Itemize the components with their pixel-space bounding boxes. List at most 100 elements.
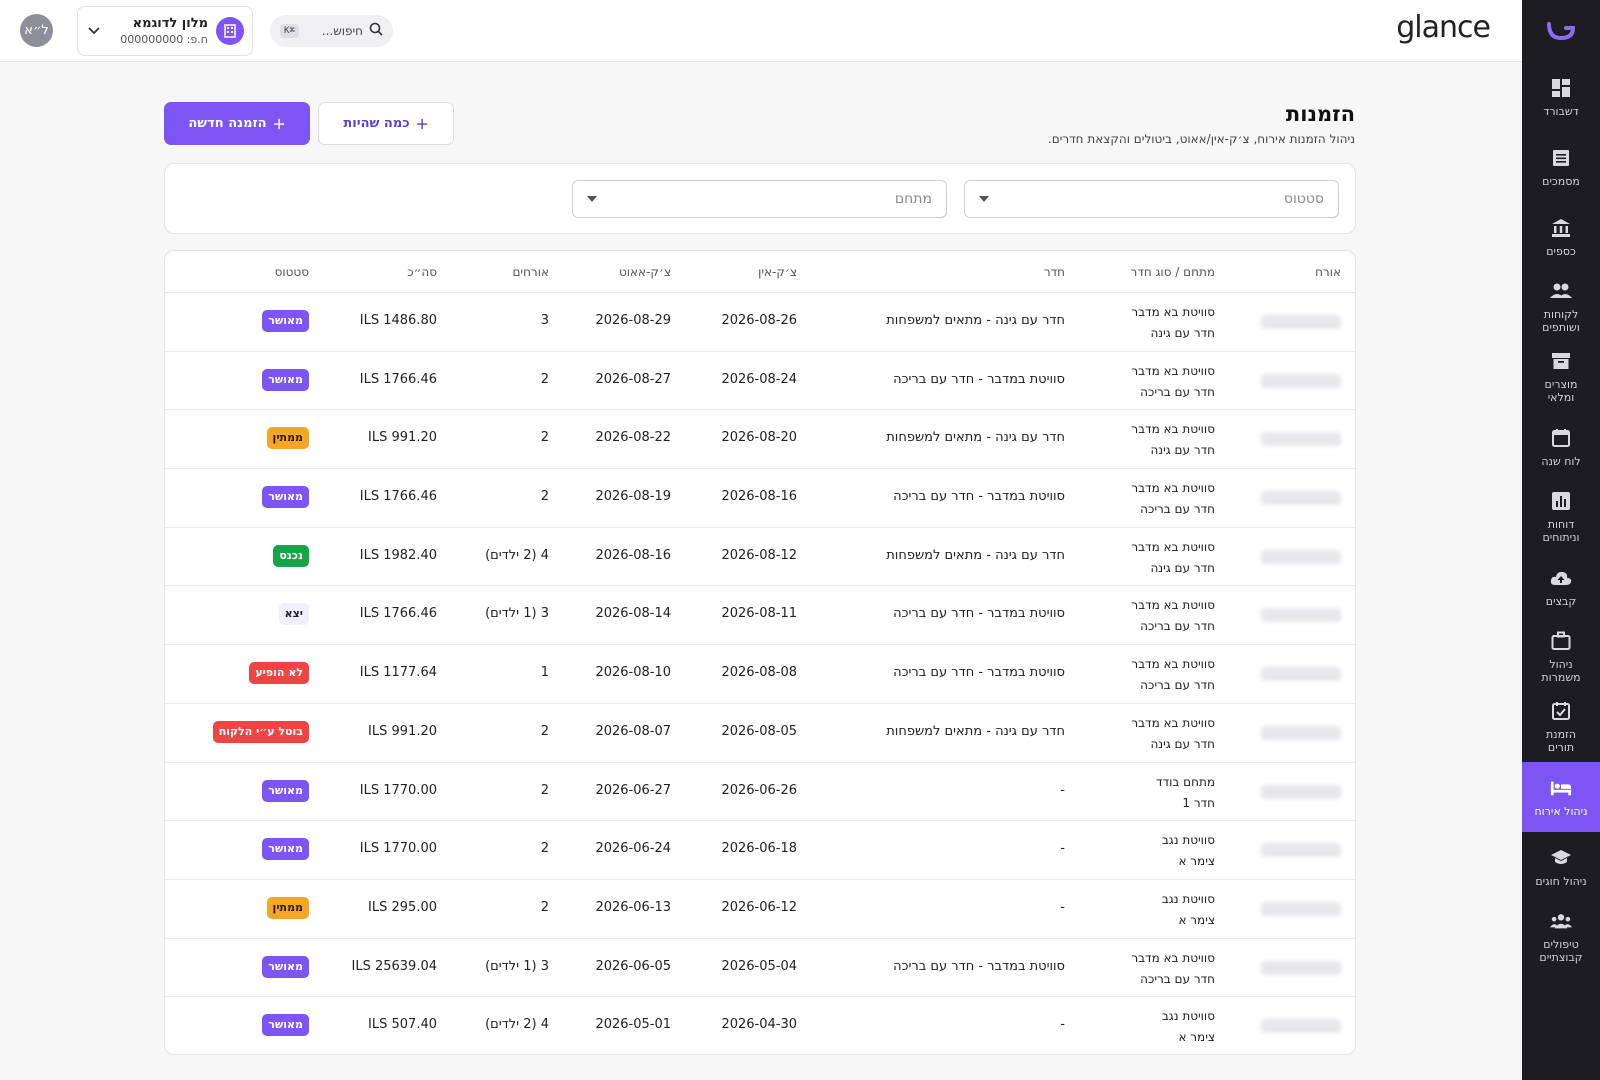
property-name: סוויטת בא מדבר [1131,950,1215,965]
guest-name-redacted [1261,1019,1341,1034]
room-cell: חדר עם גינה - מתאים למשפחות [886,547,1065,563]
guest-name-redacted [1261,549,1341,564]
room-type: צימר א [1178,1030,1215,1045]
brand-logo[interactable]: glance [1396,10,1491,45]
new-booking-button[interactable]: ＋ הזמנה חדשה [164,102,310,145]
caret-down-icon [587,196,597,202]
property-name: סוויטת בא מדבר [1131,539,1215,554]
user-avatar[interactable]: ל״א [20,14,53,47]
checkin-cell: 2026-08-26 [721,313,797,328]
sidebar-item-label: לוח שנה [1541,454,1581,468]
filters-panel: סטטוס מתחם [164,163,1356,234]
col-room[interactable]: חדר [1044,265,1065,279]
status-badge: מאושר [262,838,309,861]
table-row[interactable]: סוויטת בא מדבר חדר עם גינה חדר עם גינה - מ… [165,410,1355,470]
page-header: הזמנות ניהול הזמנות אירוח, צ׳ק-אין/אאוט,… [1048,102,1355,146]
checkout-cell: 2026-08-19 [595,489,671,505]
checkout-cell: 2026-08-22 [595,430,671,446]
room-cell: - [1060,782,1065,798]
guests-cell: 3 (1 ילדים) [485,606,549,622]
guest-name-redacted [1261,960,1341,975]
guests-cell: 2 [540,430,549,446]
sidebar-item-3[interactable]: לקוחות ושותפים [1522,272,1600,342]
caret-down-icon [979,196,989,202]
guests-cell: 4 (2 ילדים) [485,1017,549,1033]
checkout-cell: 2026-08-27 [595,371,671,387]
room-cell: - [1060,1017,1065,1033]
sidebar-item-0[interactable]: דשבורד [1522,62,1600,132]
guests-cell: 4 (2 ילדים) [485,547,549,563]
col-guest[interactable]: אורח [1315,265,1341,279]
status-badge: ממתין [266,896,309,919]
people-icon [1550,280,1572,302]
col-total[interactable]: סה״כ [407,265,437,279]
bookings-table: אורח מתחם / סוג חדר חדר צ׳ק-אין צ׳ק-אאוט… [164,250,1356,1055]
property-filter-select[interactable]: מתחם [572,180,947,218]
checkout-cell: 2026-06-24 [595,841,671,857]
total-cell: ILS 25639.04 [351,958,438,974]
col-guests[interactable]: אורחים [512,265,549,279]
sidebar-item-9[interactable]: הזמנת תורים [1522,692,1600,762]
table-row[interactable]: סוויטת בא מדבר חדר עם בריכה סוויטת במדבר -… [165,645,1355,704]
property-name: סוויטת נגב [1161,1009,1215,1024]
sidebar-item-label: מוצרים ומלאי [1544,378,1578,404]
col-checkin[interactable]: צ׳ק-אין [758,265,797,279]
property-cell: סוויטת בא מדבר חדר עם בריכה [1131,361,1215,403]
sidebar-item-11[interactable]: ניהול חוגים [1522,832,1600,902]
guests-cell: 3 [540,313,549,328]
table-row[interactable]: סוויטת נגב צימר א - 2026-06-12 2026-06-13 2 IL… [165,880,1355,939]
col-checkout[interactable]: צ׳ק-אאוט [619,265,671,279]
checkout-cell: 2026-06-13 [595,899,671,915]
multi-stay-button[interactable]: ＋ כמה שהיות [318,102,454,145]
col-property[interactable]: מתחם / סוג חדר [1131,265,1216,279]
search-input[interactable]: חיפוש... ⌘K [270,15,393,47]
building-icon [216,17,244,45]
guest-name-redacted [1261,725,1341,740]
room-type: חדר עם גינה [1150,736,1215,751]
property-name: סוויטת נגב [1161,833,1215,848]
sidebar-item-5[interactable]: לוח שנה [1522,412,1600,482]
checkout-cell: 2026-08-16 [595,547,671,563]
total-cell: ILS 1486.80 [359,313,437,328]
table-row[interactable]: סוויטת בא מדבר חדר עם בריכה סוויטת במדבר -… [165,939,1355,998]
table-row[interactable]: מתחם בודד חדר 1 - 2026-06-26 2026-06-27 2 ILS … [165,763,1355,822]
table-row[interactable]: סוויטת בא מדבר חדר עם בריכה סוויטת במדבר -… [165,586,1355,646]
table-row[interactable]: סוויטת בא מדבר חדר עם בריכה סוויטת במדבר -… [165,352,1355,411]
property-name: סוויטת בא מדבר [1131,363,1215,378]
status-filter-select[interactable]: סטטוס [964,180,1339,218]
checkin-cell: 2026-08-20 [721,430,797,446]
table-row[interactable]: סוויטת בא מדבר חדר עם גינה חדר עם גינה - מ… [165,704,1355,763]
sidebar-item-7[interactable]: קבצים [1522,552,1600,622]
property-cell: סוויטת בא מדבר חדר עם בריכה [1131,478,1215,520]
graduation-icon [1550,847,1572,869]
guests-cell: 2 [540,841,549,857]
sidebar-item-1[interactable]: מסמכים [1522,132,1600,202]
sidebar-item-10[interactable]: ניהול אירוח [1522,762,1600,832]
sidebar-item-6[interactable]: דוחות וניתוחים [1522,482,1600,552]
sidebar-item-8[interactable]: ניהול משמרות [1522,622,1600,692]
property-name: סוויטת בא מדבר [1131,481,1215,496]
sidebar-item-12[interactable]: טיפולים קבוצתיים [1522,902,1600,972]
checkin-cell: 2026-06-26 [721,782,797,798]
table-row[interactable]: סוויטת נגב צימר א - 2026-06-18 2026-06-24 2 IL… [165,821,1355,880]
table-row[interactable]: סוויטת בא מדבר חדר עם גינה חדר עם גינה - מ… [165,293,1355,352]
sidebar-item-4[interactable]: מוצרים ומלאי [1522,342,1600,412]
app-logo[interactable] [1522,0,1600,62]
property-cell: סוויטת בא מדבר חדר עם בריכה [1131,595,1215,637]
room-type: חדר עם בריכה [1140,502,1215,517]
room-cell: - [1060,899,1065,915]
room-type: חדר עם בריכה [1140,619,1215,634]
calendar-check-icon [1550,700,1572,722]
checkin-cell: 2026-06-18 [721,841,797,857]
table-row[interactable]: סוויטת בא מדבר חדר עם בריכה סוויטת במדבר -… [165,469,1355,528]
guest-name-redacted [1261,901,1341,916]
total-cell: ILS 1766.46 [359,489,437,505]
col-status[interactable]: סטטוס [275,265,309,279]
table-row[interactable]: סוויטת בא מדבר חדר עם גינה חדר עם גינה - מ… [165,528,1355,587]
sidebar-item-2[interactable]: כספים [1522,202,1600,272]
hotel-switcher[interactable]: מלון לדוגמא ח.פ: 000000000 [77,6,253,56]
table-row[interactable]: סוויטת נגב צימר א - 2026-04-30 2026-05-01 4 (… [165,997,1355,1054]
sidebar-item-label: ניהול חוגים [1535,874,1587,888]
checkout-cell: 2026-06-27 [595,782,671,798]
property-cell: סוויטת בא מדבר חדר עם גינה [1131,302,1215,344]
